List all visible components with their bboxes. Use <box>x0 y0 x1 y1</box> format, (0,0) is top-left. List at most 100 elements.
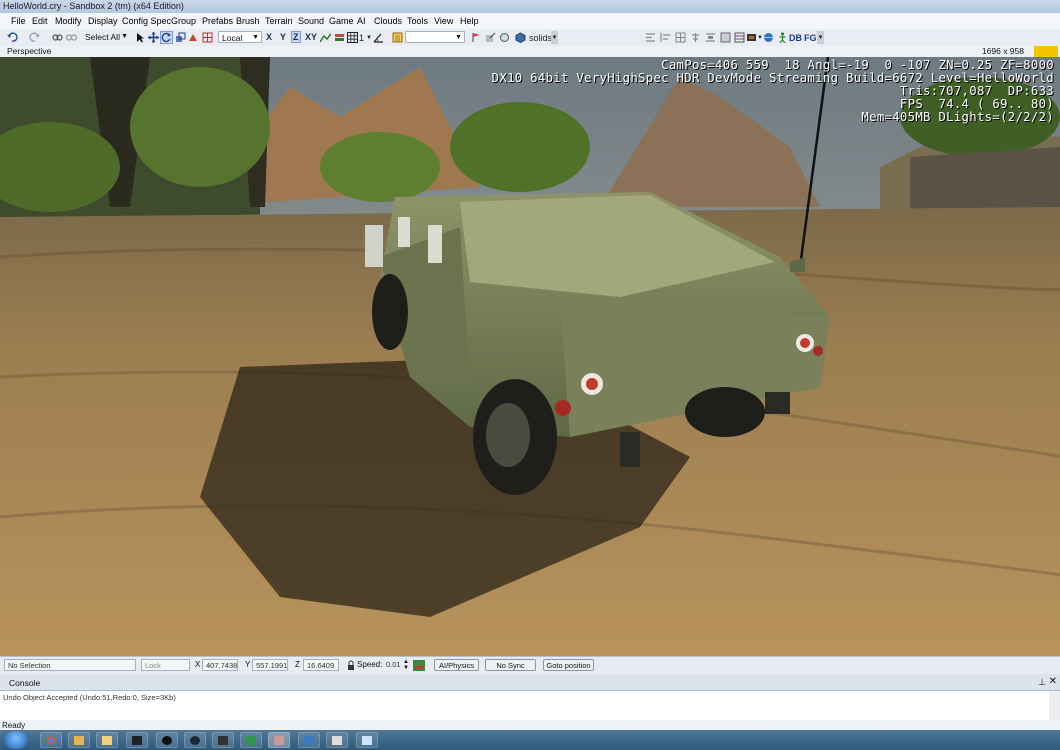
goto-position-button[interactable]: Goto position <box>543 659 594 671</box>
grid-view-icon[interactable] <box>675 32 686 43</box>
distribute-icon[interactable] <box>705 32 716 43</box>
menu-display[interactable]: Display <box>88 16 118 26</box>
menu-clouds[interactable]: Clouds <box>374 16 402 26</box>
scale-icon[interactable] <box>175 32 186 43</box>
console-scrollbar[interactable] <box>1049 691 1060 720</box>
layer-dropdown[interactable]: ▼ <box>405 31 465 43</box>
z-label: Z <box>295 660 300 669</box>
panel-icon[interactable] <box>720 32 731 43</box>
console-title: Console <box>9 678 41 688</box>
move-icon[interactable] <box>148 32 159 43</box>
pin-icon[interactable]: ⊥ <box>1038 677 1046 688</box>
object-follow-icon[interactable] <box>334 32 345 43</box>
menu-file[interactable]: File <box>11 16 26 26</box>
ai-physics-button[interactable]: AI/Physics <box>434 659 479 671</box>
menu-terrain[interactable]: Terrain <box>265 16 293 26</box>
menu-modify[interactable]: Modify <box>55 16 82 26</box>
obs-icon[interactable] <box>156 732 178 748</box>
chrome-icon[interactable] <box>40 732 62 748</box>
table-icon[interactable] <box>734 32 745 43</box>
speed-label: Speed: <box>357 660 383 669</box>
console-icon[interactable] <box>326 732 348 748</box>
chevron-down-icon[interactable]: ▼ <box>366 31 372 44</box>
notepad-icon[interactable] <box>356 732 378 748</box>
explorer-icon[interactable] <box>96 732 118 748</box>
menu-game[interactable]: Game <box>329 16 354 26</box>
snap-grid-icon[interactable] <box>202 32 213 43</box>
monitor-icon[interactable] <box>298 732 320 748</box>
angle-snap-icon[interactable] <box>373 32 384 43</box>
speed-spinner-icon[interactable]: ▲ ▼ <box>403 659 409 671</box>
chevron-down-icon[interactable]: ▼ <box>817 31 824 44</box>
taskbar <box>0 730 1060 750</box>
menu-group[interactable]: Group <box>171 16 196 26</box>
no-sync-player-button[interactable]: No Sync Player <box>485 659 536 682</box>
select-all-dropdown[interactable]: Select All ▼ <box>82 31 130 43</box>
speed-field[interactable]: 0.01 <box>383 659 403 671</box>
grid-icon[interactable] <box>347 32 358 43</box>
close-icon[interactable]: ✕ <box>1049 676 1057 687</box>
chevron-down-icon[interactable]: ▼ <box>551 31 558 44</box>
terrain-follow-icon[interactable] <box>320 32 331 43</box>
x-coord-field[interactable]: 407.7438 <box>202 659 238 671</box>
app-status: Ready <box>0 720 1060 730</box>
publisher-icon[interactable] <box>240 732 262 748</box>
redo-icon[interactable] <box>29 32 40 43</box>
solids-label[interactable]: solids <box>529 31 552 44</box>
terminal-icon[interactable] <box>126 732 148 748</box>
lock-icon[interactable] <box>347 660 355 671</box>
chevron-down-icon: ▼ <box>121 33 128 40</box>
screen-icon[interactable] <box>746 32 757 43</box>
axis-xy-button[interactable]: XY <box>305 32 317 42</box>
tools-icon[interactable] <box>68 732 90 748</box>
physics-icon[interactable] <box>499 32 510 43</box>
globe-icon[interactable] <box>763 32 774 43</box>
rotate-icon[interactable] <box>160 31 173 44</box>
export-icon[interactable] <box>485 32 496 43</box>
console-output[interactable]: Undo Object Accepted (Undo:51,Redo:0, Si… <box>0 690 1060 721</box>
axis-x-button[interactable]: X <box>266 32 272 42</box>
fg-button[interactable]: FG <box>804 31 817 44</box>
align-left-icon[interactable] <box>660 32 671 43</box>
menu-edit[interactable]: Edit <box>32 16 48 26</box>
menu-ai[interactable]: AI <box>357 16 366 26</box>
layer-icon[interactable] <box>392 32 403 43</box>
menu-config-spec[interactable]: Config Spec <box>122 16 171 26</box>
flag-icon[interactable] <box>471 32 482 43</box>
viewport-name[interactable]: Perspective <box>7 46 51 56</box>
select-arrow-icon[interactable] <box>135 32 146 43</box>
viewport-3d[interactable]: CamPos=406 559 18 Angl=-19 0 -107 ZN=0.2… <box>0 57 1060 656</box>
align-icon[interactable] <box>645 32 656 43</box>
menu-view[interactable]: View <box>434 16 453 26</box>
db-button[interactable]: DB <box>789 31 802 44</box>
menu-sound[interactable]: Sound <box>298 16 324 26</box>
chevron-down-icon: ▼ <box>455 34 462 41</box>
undo-icon[interactable] <box>7 32 18 43</box>
menu-help[interactable]: Help <box>460 16 479 26</box>
align-center-icon[interactable] <box>690 32 701 43</box>
menu-prefabs[interactable]: Prefabs <box>202 16 233 26</box>
lock-selection-button[interactable]: Lock Selection <box>141 659 190 682</box>
steam-icon[interactable] <box>184 732 206 748</box>
menu-tools[interactable]: Tools <box>407 16 428 26</box>
sandbox-icon[interactable] <box>268 732 290 748</box>
y-coord-field[interactable]: 557.1991 <box>252 659 288 671</box>
axis-y-button[interactable]: Y <box>280 32 286 42</box>
axis-z-button[interactable]: Z <box>291 31 301 43</box>
coord-system-value: Local <box>222 33 243 43</box>
menu-brush[interactable]: Brush <box>236 16 260 26</box>
snap-value[interactable]: 1 <box>359 31 364 44</box>
link-icon[interactable] <box>52 32 63 43</box>
coord-system-dropdown[interactable]: Local ▼ <box>218 31 262 43</box>
game-icon[interactable] <box>212 732 234 748</box>
character-icon[interactable] <box>777 32 788 43</box>
solids-icon[interactable] <box>515 32 526 43</box>
z-coord-field[interactable]: 16.6409 <box>303 659 339 671</box>
unlink-icon[interactable] <box>66 32 77 43</box>
terrain-speed-icon[interactable] <box>413 660 425 671</box>
viewport-resolution: 1696 x 958 <box>981 46 1024 56</box>
maximize-viewport-icon[interactable] <box>1034 46 1058 57</box>
title-bar: HelloWorld.cry - Sandbox 2 (tm) (x64 Edi… <box>0 0 1060 13</box>
start-button[interactable] <box>4 731 28 749</box>
paint-icon[interactable] <box>188 32 199 43</box>
